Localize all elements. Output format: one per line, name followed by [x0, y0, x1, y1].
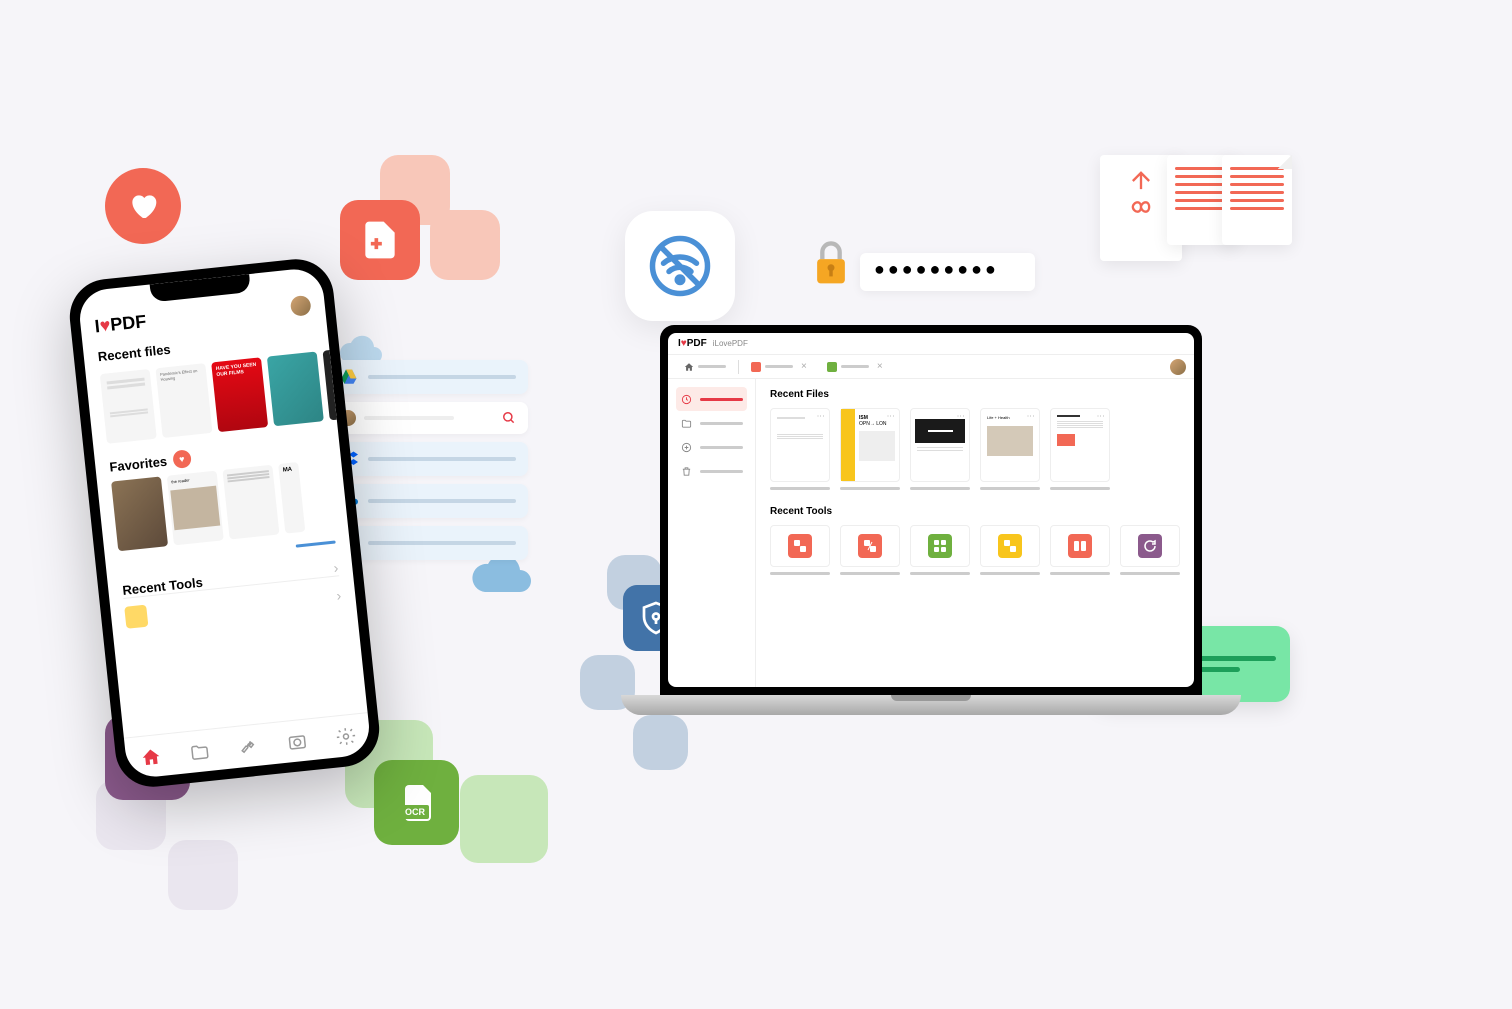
file-card[interactable]: ⋮: [910, 408, 970, 490]
file-thumb[interactable]: the reader: [167, 471, 224, 546]
nav-tools[interactable]: [236, 734, 260, 758]
laptop-titlebar: I♥PDF iLovePDF: [668, 333, 1194, 355]
laptop-tabs: × ×: [668, 355, 1194, 379]
tool-card[interactable]: [770, 525, 830, 575]
avatar[interactable]: [290, 294, 312, 316]
organize-icon: [1068, 534, 1092, 558]
sidebar-item-trash[interactable]: [676, 459, 747, 483]
tab-home[interactable]: [676, 359, 734, 375]
tool-icon: [124, 605, 148, 629]
lock-icon: [810, 240, 852, 292]
laptop-recent-files: ⋮ ⋮ISMOPN→ LON ⋮ ⋮Life + Health ⋮: [770, 408, 1180, 490]
rotate-icon: [1138, 534, 1162, 558]
heart-icon: ♥: [172, 449, 192, 469]
plus-circle-icon: [680, 441, 692, 453]
tab-file-1[interactable]: ×: [743, 358, 815, 375]
cloud-row-dropbox[interactable]: [328, 442, 528, 476]
clock-icon: [680, 393, 692, 405]
section-title-recent-tools: Recent Tools: [770, 506, 1180, 517]
add-file-icon: [340, 200, 420, 280]
deco-square: [633, 715, 688, 770]
sidebar-item-add[interactable]: [676, 435, 747, 459]
more-icon[interactable]: ⋮: [1096, 412, 1105, 420]
nav-settings[interactable]: [333, 724, 357, 748]
app-name: iLovePDF: [713, 339, 748, 348]
file-thumb[interactable]: [111, 476, 168, 551]
merge-icon: [788, 534, 812, 558]
password-field[interactable]: ●●●●●●●●●: [860, 253, 1035, 291]
file-thumb[interactable]: [100, 369, 157, 444]
laptop-mockup: I♥PDF iLovePDF × × Recent Files: [660, 325, 1202, 715]
phone-bottom-nav: [124, 712, 372, 779]
tool-card[interactable]: [910, 525, 970, 575]
file-thumb[interactable]: [267, 351, 324, 426]
tool-card[interactable]: [1050, 525, 1110, 575]
deco-square: [430, 210, 500, 280]
phone-mockup: I♥PDF Recent files Pandemic's Effect on …: [66, 256, 383, 791]
folder-icon: [680, 417, 692, 429]
deco-square: [168, 840, 238, 910]
svg-text:OCR: OCR: [405, 807, 426, 817]
heart-icon: [105, 168, 181, 244]
file-thumb[interactable]: HAVE YOU SEEN OUR FILMS: [211, 357, 268, 432]
nav-files[interactable]: [187, 739, 211, 763]
offline-icon: [625, 211, 735, 321]
file-card[interactable]: ⋮: [1050, 408, 1110, 490]
close-icon[interactable]: ×: [877, 361, 883, 372]
pages-stack: [1100, 155, 1292, 261]
tab-file-2[interactable]: ×: [819, 358, 891, 375]
more-icon[interactable]: ⋮: [886, 412, 895, 420]
deco-square: [460, 775, 548, 863]
trash-icon: [680, 465, 692, 477]
cloud-row-onedrive[interactable]: [328, 484, 528, 518]
close-icon[interactable]: ×: [801, 361, 807, 372]
nav-home[interactable]: [138, 744, 162, 768]
tool-card[interactable]: [1120, 525, 1180, 575]
section-title-recent-files: Recent Files: [770, 389, 1180, 400]
tool-card[interactable]: [840, 525, 900, 575]
laptop-base: [621, 695, 1241, 715]
split-icon: [858, 534, 882, 558]
laptop-sidebar: [668, 379, 756, 687]
more-icon[interactable]: ⋮: [816, 412, 825, 420]
laptop-recent-tools: [770, 525, 1180, 575]
file-card[interactable]: ⋮Life + Health: [980, 408, 1040, 490]
tool-card[interactable]: [980, 525, 1040, 575]
convert-icon: [998, 534, 1022, 558]
file-thumb[interactable]: [323, 349, 338, 421]
compress-icon: [928, 534, 952, 558]
ocr-icon: OCR: [374, 760, 459, 845]
scroll-indicator: [296, 540, 336, 547]
laptop-main: Recent Files ⋮ ⋮ISMOPN→ LON ⋮ ⋮Life + He…: [756, 379, 1194, 687]
page-icon: [1222, 155, 1292, 245]
file-thumb[interactable]: MA: [278, 462, 305, 534]
search-icon: [502, 411, 516, 425]
more-icon[interactable]: ⋮: [956, 412, 965, 420]
file-thumb[interactable]: Pandemic's Effect on Housing: [155, 363, 212, 438]
file-thumb[interactable]: [222, 465, 279, 540]
cloud-row-search[interactable]: [328, 402, 528, 434]
nav-scan[interactable]: [285, 729, 309, 753]
cloud-row-gdrive[interactable]: [328, 360, 528, 394]
sidebar-item-recent[interactable]: [676, 387, 747, 411]
sidebar-item-files[interactable]: [676, 411, 747, 435]
chevron-right-icon[interactable]: ›: [333, 559, 339, 575]
avatar[interactable]: [1170, 359, 1186, 375]
logo: I♥PDF: [94, 311, 148, 337]
file-card[interactable]: ⋮: [770, 408, 830, 490]
logo: I♥PDF: [678, 338, 707, 349]
file-card[interactable]: ⋮ISMOPN→ LON: [840, 408, 900, 490]
more-icon[interactable]: ⋮: [1026, 412, 1035, 420]
chevron-right-icon: ›: [336, 587, 342, 603]
